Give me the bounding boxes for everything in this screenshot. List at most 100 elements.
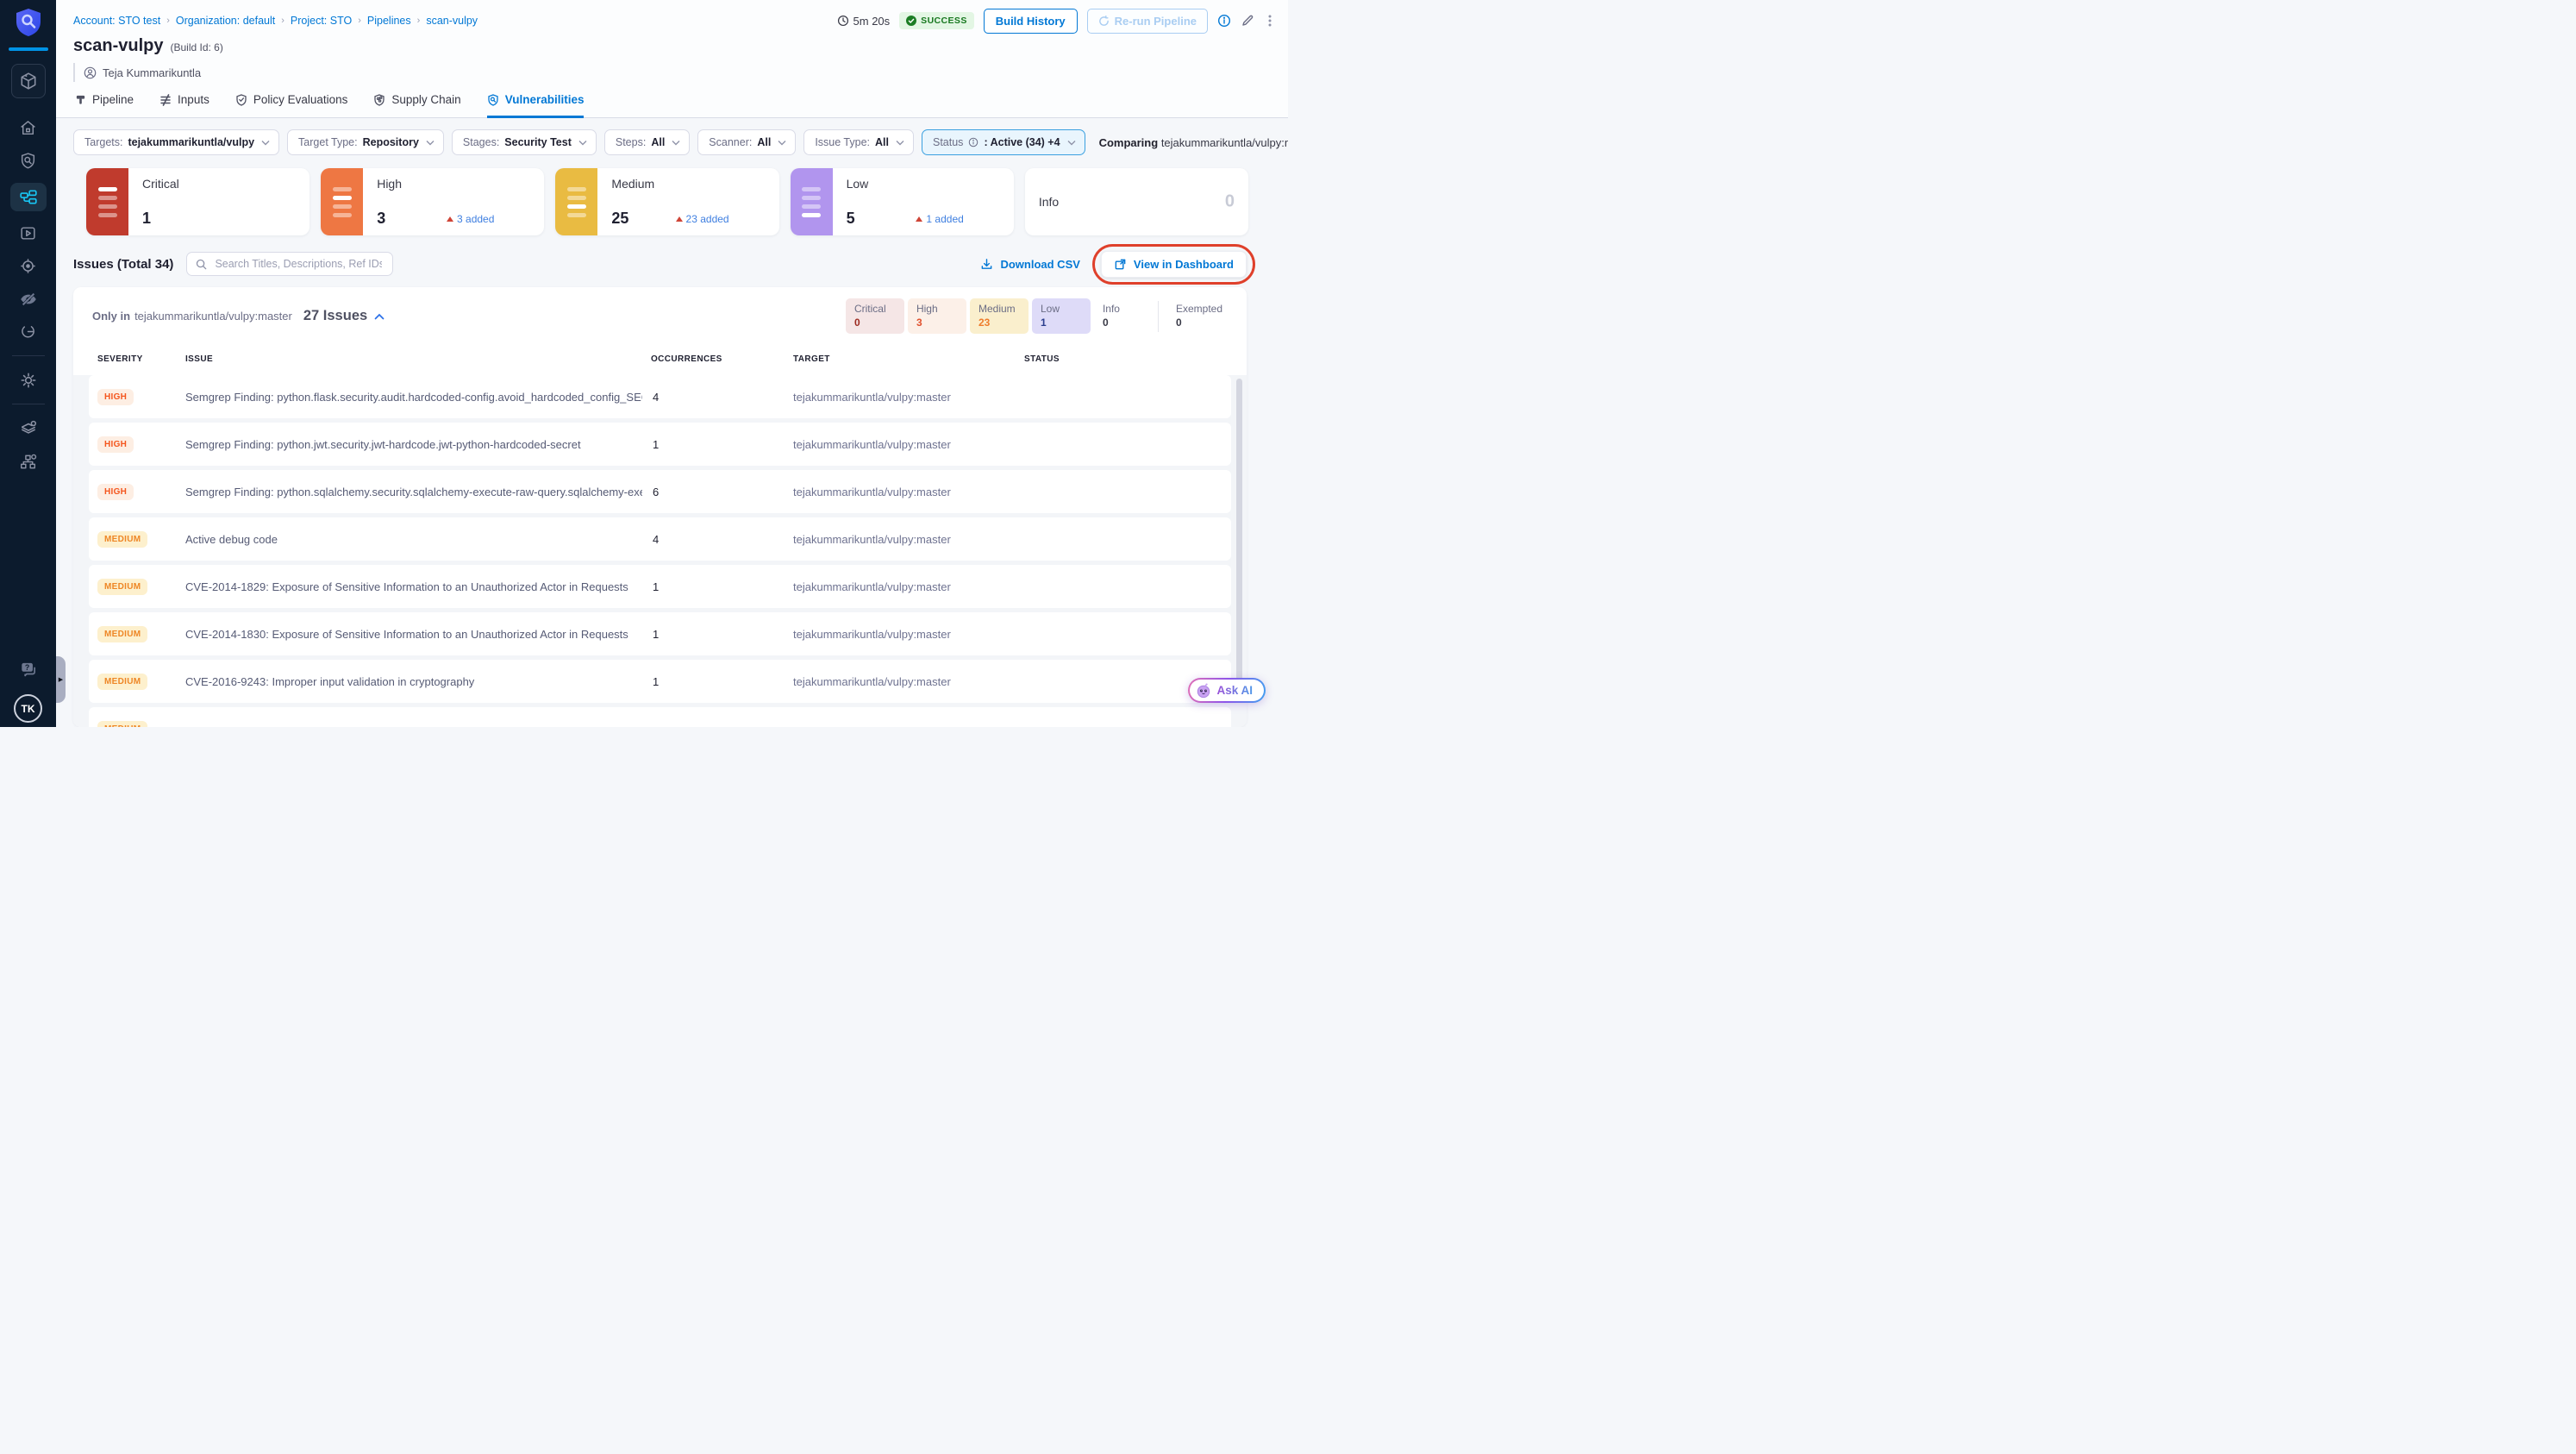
info-icon[interactable] — [1217, 14, 1231, 28]
issue-row[interactable]: HIGH Semgrep Finding: python.jwt.securit… — [89, 423, 1231, 466]
filter-target-type[interactable]: Target Type: Repository — [287, 129, 444, 155]
severity-card-medium[interactable]: Medium 25 23 added — [555, 168, 779, 235]
search-icon — [197, 259, 207, 269]
breadcrumb-separator: › — [358, 16, 361, 26]
kebab-menu-icon[interactable] — [1264, 14, 1276, 28]
severity-card-info[interactable]: Info 0 — [1024, 168, 1249, 235]
chip-info[interactable]: Info 0 — [1093, 298, 1153, 334]
nav-settings[interactable] — [11, 369, 46, 391]
layers-gear-icon — [21, 420, 36, 434]
group-severity-chips: Critical0 High3 Medium23 Low1 Info0 — [842, 298, 1231, 334]
issue-row[interactable]: HIGH Semgrep Finding: python.flask.secur… — [89, 375, 1231, 418]
group-header: Only in tejakummarikuntla/vulpy:master 2… — [89, 298, 1231, 334]
tab-vulnerabilities[interactable]: Vulnerabilities — [486, 93, 585, 118]
nav-executions[interactable] — [11, 222, 46, 244]
severity-card-low[interactable]: Low 5 1 added — [790, 168, 1014, 235]
severity-badge: HIGH — [97, 436, 134, 453]
nav-overview[interactable] — [11, 150, 46, 172]
sidebar-expander[interactable]: ▶ — [56, 656, 66, 703]
nav-home[interactable] — [11, 117, 46, 139]
edit-pencil-icon[interactable] — [1241, 14, 1254, 28]
filter-issue-type[interactable]: Issue Type: All — [803, 129, 914, 155]
info-circle-icon — [969, 137, 979, 147]
sto-shield-logo-icon[interactable] — [15, 8, 42, 41]
filter-targets[interactable]: Targets: tejakummarikuntla/vulpy — [73, 129, 280, 155]
download-csv-button[interactable]: Download CSV — [980, 258, 1080, 271]
breadcrumb-pipelines[interactable]: Pipelines — [367, 15, 411, 27]
chip-low[interactable]: Low 1 — [1031, 298, 1091, 334]
chevron-down-icon — [426, 140, 435, 146]
issue-row[interactable]: MEDIUM — [89, 707, 1231, 727]
chevron-down-icon — [896, 140, 904, 146]
nav-organization[interactable] — [11, 450, 46, 472]
inputs-tab-icon — [160, 93, 171, 106]
nav-eye-off[interactable] — [11, 288, 46, 310]
issues-panel: Only in tejakummarikuntla/vulpy:master 2… — [73, 287, 1247, 727]
build-history-button[interactable]: Build History — [983, 8, 1078, 34]
nav-default-settings[interactable] — [11, 417, 46, 439]
breadcrumb-project[interactable]: Project: STO — [291, 15, 352, 27]
issue-row[interactable]: MEDIUM CVE-2016-9243: Improper input val… — [89, 660, 1231, 703]
filter-stages[interactable]: Stages: Security Test — [451, 129, 597, 155]
issues-search[interactable] — [186, 252, 394, 276]
severity-badge: HIGH — [97, 389, 134, 405]
nav-targets[interactable] — [11, 255, 46, 277]
group-target: tejakummarikuntla/vulpy:master — [134, 310, 292, 323]
filter-scanner[interactable]: Scanner: All — [697, 129, 797, 155]
rerun-pipeline-button[interactable]: Re-run Pipeline — [1086, 8, 1208, 34]
breadcrumb-current[interactable]: scan-vulpy — [426, 15, 478, 27]
chevron-up-icon — [374, 313, 385, 319]
issue-row[interactable]: MEDIUM Active debug code 4 tejakummariku… — [89, 517, 1231, 561]
pipeline-tab-icon — [76, 95, 85, 104]
help-chat-icon[interactable]: ? — [19, 660, 38, 683]
breadcrumb: Account: STO test › Organization: defaul… — [73, 15, 478, 27]
severity-card-critical[interactable]: Critical 1 — [86, 168, 310, 235]
added-count: 1 added — [916, 213, 964, 225]
chip-medium[interactable]: Medium 23 — [969, 298, 1029, 334]
ask-ai-button[interactable]: Ask AI — [1188, 678, 1266, 703]
issue-row[interactable]: MEDIUM CVE-2014-1830: Exposure of Sensit… — [89, 612, 1231, 655]
nav-get-started[interactable] — [11, 321, 46, 342]
home-icon — [21, 121, 35, 135]
chip-critical[interactable]: Critical 0 — [845, 298, 904, 334]
sidebar-divider — [11, 355, 45, 356]
filter-steps[interactable]: Steps: All — [603, 129, 691, 155]
breadcrumb-account[interactable]: Account: STO test — [73, 15, 160, 27]
chip-exempted[interactable]: Exempted 0 — [1166, 298, 1231, 334]
chip-high[interactable]: High 3 — [907, 298, 966, 334]
severity-gauge-icon — [555, 168, 598, 235]
tab-policy-evaluations[interactable]: Policy Evaluations — [235, 93, 347, 118]
tab-pipeline[interactable]: Pipeline — [75, 93, 134, 118]
chevron-down-icon — [261, 140, 270, 146]
clock-icon — [837, 15, 848, 27]
user-avatar[interactable]: TK — [14, 694, 42, 723]
author-name: Teja Kummarikuntla — [103, 66, 202, 79]
sidebar-nav — [0, 117, 56, 472]
group-count-toggle[interactable]: 27 Issues — [303, 308, 385, 324]
issue-row[interactable]: MEDIUM CVE-2014-1829: Exposure of Sensit… — [89, 565, 1231, 608]
severity-gauge-icon — [321, 168, 364, 235]
severity-badge: MEDIUM — [97, 721, 148, 727]
view-in-dashboard-button[interactable]: View in Dashboard — [1100, 250, 1247, 278]
left-sidebar: ? TK — [0, 0, 56, 727]
severity-gauge-icon — [86, 168, 128, 235]
search-input[interactable] — [213, 257, 385, 271]
chevron-down-icon — [578, 140, 587, 146]
severity-card-high[interactable]: High 3 3 added — [321, 168, 545, 235]
filter-status[interactable]: Status : Active (34) +4 — [922, 129, 1085, 155]
issues-table-body: HIGH Semgrep Finding: python.flask.secur… — [73, 375, 1247, 727]
main-area: Account: STO test › Organization: defaul… — [56, 0, 1288, 727]
chevron-down-icon — [1067, 140, 1076, 146]
nav-pipelines[interactable] — [9, 183, 47, 211]
severity-badge: MEDIUM — [97, 674, 148, 690]
col-occurrences: OCCURRENCES — [651, 354, 722, 364]
table-scrollbar[interactable] — [1236, 379, 1242, 680]
module-cube-button[interactable] — [10, 64, 46, 98]
tab-supply-chain[interactable]: Supply Chain — [373, 93, 461, 118]
breadcrumb-org[interactable]: Organization: default — [176, 15, 275, 27]
pipelines-icon — [19, 189, 37, 204]
tab-inputs[interactable]: Inputs — [159, 93, 209, 118]
target-crosshair-icon — [21, 259, 35, 273]
issue-row[interactable]: HIGH Semgrep Finding: python.sqlalchemy.… — [89, 470, 1231, 513]
breadcrumb-separator: › — [166, 16, 170, 26]
